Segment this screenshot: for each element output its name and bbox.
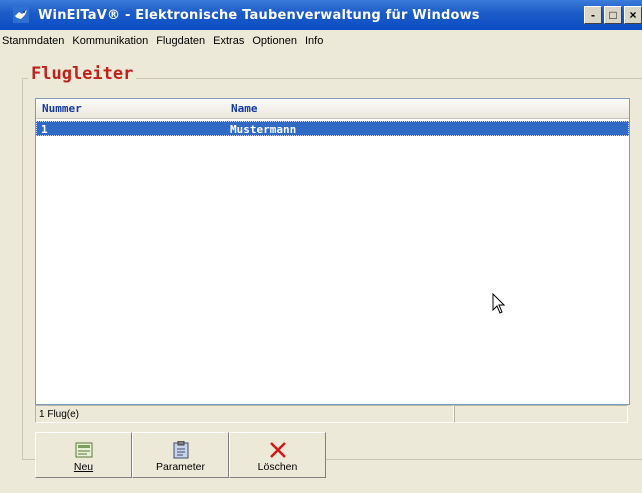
status-bar: 1 Flug(e) bbox=[35, 405, 628, 425]
status-right bbox=[454, 405, 628, 423]
pigeon-icon[interactable] bbox=[12, 6, 30, 24]
cell-name: Mustermann bbox=[230, 123, 297, 136]
status-count: 1 Flug(e) bbox=[35, 405, 454, 423]
cell-nummer: 1 bbox=[41, 123, 48, 136]
parameter-button-label: Parameter bbox=[155, 461, 206, 473]
menu-kommunikation[interactable]: Kommunikation bbox=[68, 35, 152, 47]
clipboard-icon bbox=[171, 441, 191, 459]
close-button[interactable]: × bbox=[624, 6, 642, 24]
delete-button[interactable]: Löschen bbox=[229, 432, 326, 478]
menu-extras[interactable]: Extras bbox=[209, 35, 248, 47]
menu-bar: Stammdaten Kommunikation Flugdaten Extra… bbox=[0, 30, 642, 52]
window-title: WinElTaV® - Elektronische Taubenverwaltu… bbox=[38, 7, 480, 23]
delete-x-icon bbox=[268, 441, 288, 459]
parameter-button[interactable]: Parameter bbox=[132, 432, 229, 478]
menu-optionen[interactable]: Optionen bbox=[248, 35, 301, 47]
menu-info[interactable]: Info bbox=[301, 35, 327, 47]
title-bar[interactable]: WinElTaV® - Elektronische Taubenverwaltu… bbox=[0, 0, 642, 30]
minimize-button[interactable]: - bbox=[584, 6, 602, 24]
list-header: Nummer Name bbox=[36, 99, 629, 119]
list-row[interactable]: 1 Mustermann bbox=[36, 121, 629, 136]
delete-button-label: Löschen bbox=[257, 461, 298, 473]
column-header-nummer[interactable]: Nummer bbox=[36, 99, 231, 118]
group-title: Flugleiter bbox=[28, 64, 137, 84]
menu-flugdaten[interactable]: Flugdaten bbox=[152, 35, 209, 47]
mouse-pointer-icon bbox=[492, 293, 506, 314]
window-controls: - □ × bbox=[582, 6, 642, 24]
new-button-label: Neu bbox=[73, 461, 94, 473]
button-row: Neu Parameter Löschen bbox=[35, 432, 326, 478]
menu-stammdaten[interactable]: Stammdaten bbox=[0, 35, 68, 47]
maximize-button[interactable]: □ bbox=[604, 6, 622, 24]
new-button[interactable]: Neu bbox=[35, 432, 132, 478]
flugleiter-list[interactable]: Nummer Name 1 Mustermann bbox=[35, 98, 630, 405]
column-header-name[interactable]: Name bbox=[231, 99, 629, 118]
new-document-icon bbox=[74, 441, 94, 459]
